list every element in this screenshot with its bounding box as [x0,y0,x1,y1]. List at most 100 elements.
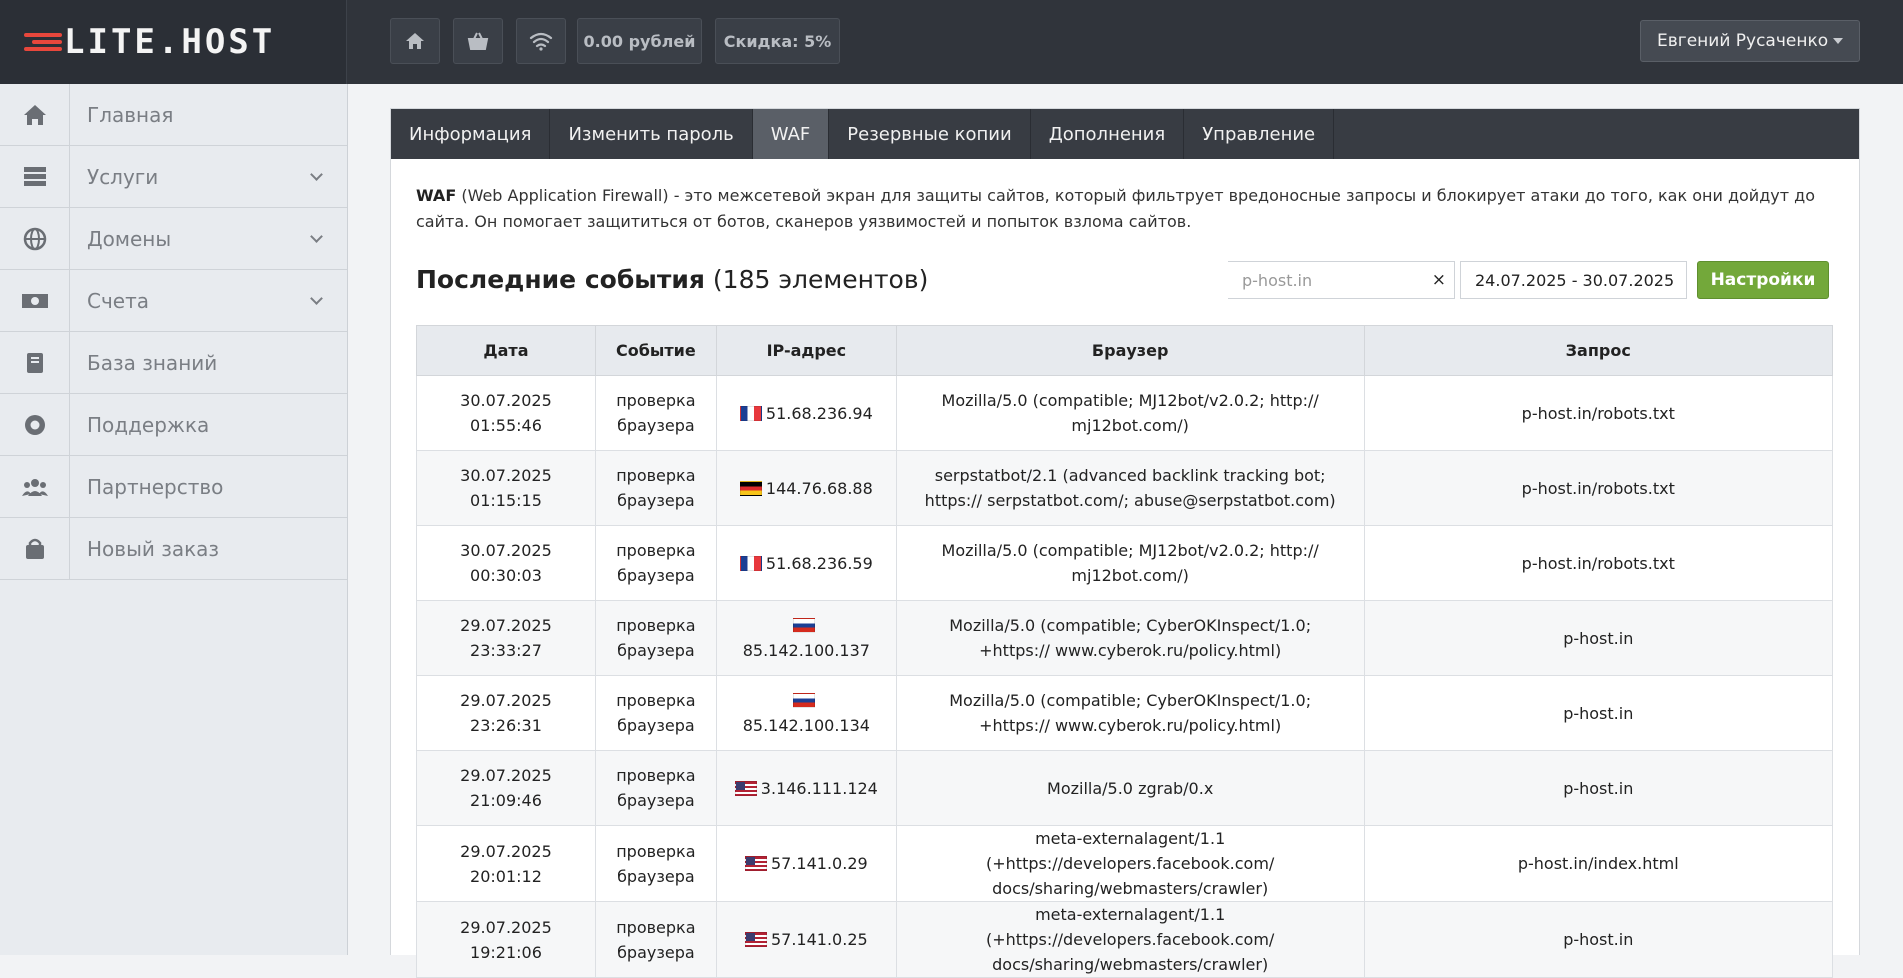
cell-browser: Mozilla/5.0 (compatible; CyberOKInspect/… [895,675,1365,751]
users-icon [0,455,70,518]
bag-icon [0,517,70,580]
home-button[interactable] [390,18,440,64]
column-header-event[interactable]: Событие [594,325,717,376]
flag-ru-icon [793,693,816,708]
ip-address: 85.142.100.134 [742,716,870,735]
logo[interactable]: LITE.HOST [0,0,347,84]
server-icon [0,145,70,208]
ip-address: 57.141.0.29 [770,854,868,873]
sidebar-item-new-order[interactable]: Новый заказ [0,517,347,580]
flag-de-icon [739,480,762,496]
flag-us-icon [744,856,767,871]
user-menu-button[interactable]: Евгений Русаченко [1640,20,1860,62]
column-header-ip[interactable]: IP-адрес [715,325,897,376]
cell-browser: serpstatbot/2.1 (advanced backlink track… [895,450,1365,526]
column-header-browser[interactable]: Браузер [895,325,1365,376]
ip-address: 3.146.111.124 [760,778,878,798]
cell-date: 29.07.2025 23:33:27 [416,600,596,676]
user-name: Евгений Русаченко [1657,31,1829,51]
tab-management[interactable]: Управление [1184,109,1335,159]
home-icon [406,33,424,49]
cell-request: p-host.in [1363,901,1834,978]
table-header-row: Дата Событие IP-адрес Браузер Запрос [416,325,1834,376]
discount-badge[interactable]: Скидка: 5% [715,18,840,64]
cell-date: 29.07.2025 23:26:31 [416,675,596,751]
sidebar-item-knowledge-base[interactable]: База знаний [0,331,347,394]
balance-button[interactable]: 0.00 рублей [577,18,702,64]
cell-event: проверка браузера [594,750,717,826]
lifebuoy-icon [0,393,70,456]
cell-ip: 57.141.0.29 [715,825,897,902]
cell-event: проверка браузера [594,600,717,676]
date-range-input[interactable]: 24.07.2025 - 30.07.2025 [1460,261,1687,299]
sidebar-item-support[interactable]: Поддержка [0,393,347,456]
sidebar-item-label: Новый заказ [87,536,220,561]
table-row: 29.07.2025 23:33:27 проверка браузера 85.1… [416,600,1834,676]
logo-text: LITE.HOST [64,22,276,62]
cell-event: проверка браузера [594,450,717,526]
cell-ip: 85.142.100.137 [715,600,897,676]
sidebar-item-label: База знаний [87,350,218,375]
sidebar-item-partnership[interactable]: Партнерство [0,455,347,518]
cell-request: p-host.in/robots.txt [1363,525,1834,601]
tab-backups[interactable]: Резервные копии [829,109,1031,159]
flag-us-icon [744,932,767,947]
events-table: Дата Событие IP-адрес Браузер Запрос 30.… [416,325,1834,978]
sidebar-item-label: Главная [87,102,174,127]
top-bar: LITE.HOST 0.00 рублей Скидка: 5% Евгений… [0,0,1903,84]
chevron-down-icon [310,168,323,181]
cell-browser: Mozilla/5.0 (compatible; CyberOKInspect/… [895,600,1365,676]
domain-filter-select[interactable]: p-host.in × [1228,261,1455,299]
ip-address: 85.142.100.137 [742,641,870,660]
cell-event: проверка браузера [594,825,717,902]
cell-date: 30.07.2025 01:55:46 [416,375,596,451]
money-icon [0,269,70,332]
sidebar-item-domains[interactable]: Домены [0,207,347,270]
cell-browser: Mozilla/5.0 zgrab/0.x [895,750,1365,826]
sidebar-item-invoices[interactable]: Счета [0,269,347,332]
cell-ip: 3.146.111.124 [715,750,897,826]
table-row: 29.07.2025 19:21:06 проверка браузера 57.1… [416,901,1834,978]
network-button[interactable] [516,18,566,64]
cell-date: 29.07.2025 19:21:06 [416,901,596,978]
tab-change-password[interactable]: Изменить пароль [550,109,753,159]
table-row: 30.07.2025 00:30:03 проверка браузера 51.6… [416,525,1834,601]
column-header-date[interactable]: Дата [416,325,596,376]
caret-down-icon [1833,38,1843,44]
events-title: Последние события [416,265,705,294]
cell-event: проверка браузера [594,375,717,451]
waf-term: WAF [416,186,457,205]
clear-filter-button[interactable]: × [1432,270,1446,290]
cell-request: p-host.in/robots.txt [1363,450,1834,526]
cell-ip: 51.68.236.59 [715,525,897,601]
ip-address: 51.68.236.94 [765,403,873,423]
column-header-request[interactable]: Запрос [1363,325,1834,376]
sidebar-item-home[interactable]: Главная [0,83,347,146]
cart-button[interactable] [453,18,503,64]
waf-description: WAF (Web Application Firewall) - это меж… [416,183,1836,235]
table-row: 29.07.2025 20:01:12 проверка браузера 57.1… [416,825,1834,902]
cell-request: p-host.in/index.html [1363,825,1834,902]
logo-mark-icon [24,31,62,53]
tab-info[interactable]: Информация [391,109,551,159]
home-icon [0,83,70,146]
tab-waf[interactable]: WAF [752,109,830,159]
cell-ip: 85.142.100.134 [715,675,897,751]
sidebar-item-services[interactable]: Услуги [0,145,347,208]
flag-fr-icon [739,405,762,421]
tab-addons[interactable]: Дополнения [1031,109,1185,159]
cell-ip: 57.141.0.25 [715,901,897,978]
ip-address: 51.68.236.59 [765,553,873,573]
sidebar-item-label: Услуги [87,164,159,189]
cell-browser: Mozilla/5.0 (compatible; MJ12bot/v2.0.2;… [895,375,1365,451]
basket-icon [467,32,489,50]
cell-request: p-host.in/robots.txt [1363,375,1834,451]
waf-card: Информация Изменить пароль WAF Резервные… [390,108,1860,978]
flag-us-icon [734,780,757,796]
table-row: 29.07.2025 23:26:31 проверка браузера 85.1… [416,675,1834,751]
settings-button[interactable]: Настройки [1697,261,1829,299]
cell-request: p-host.in [1363,600,1834,676]
cell-event: проверка браузера [594,525,717,601]
table-row: 30.07.2025 01:55:46 проверка браузера 51.6… [416,375,1834,451]
sidebar: Главная Услуги Домены Счета База знаний … [0,83,348,955]
